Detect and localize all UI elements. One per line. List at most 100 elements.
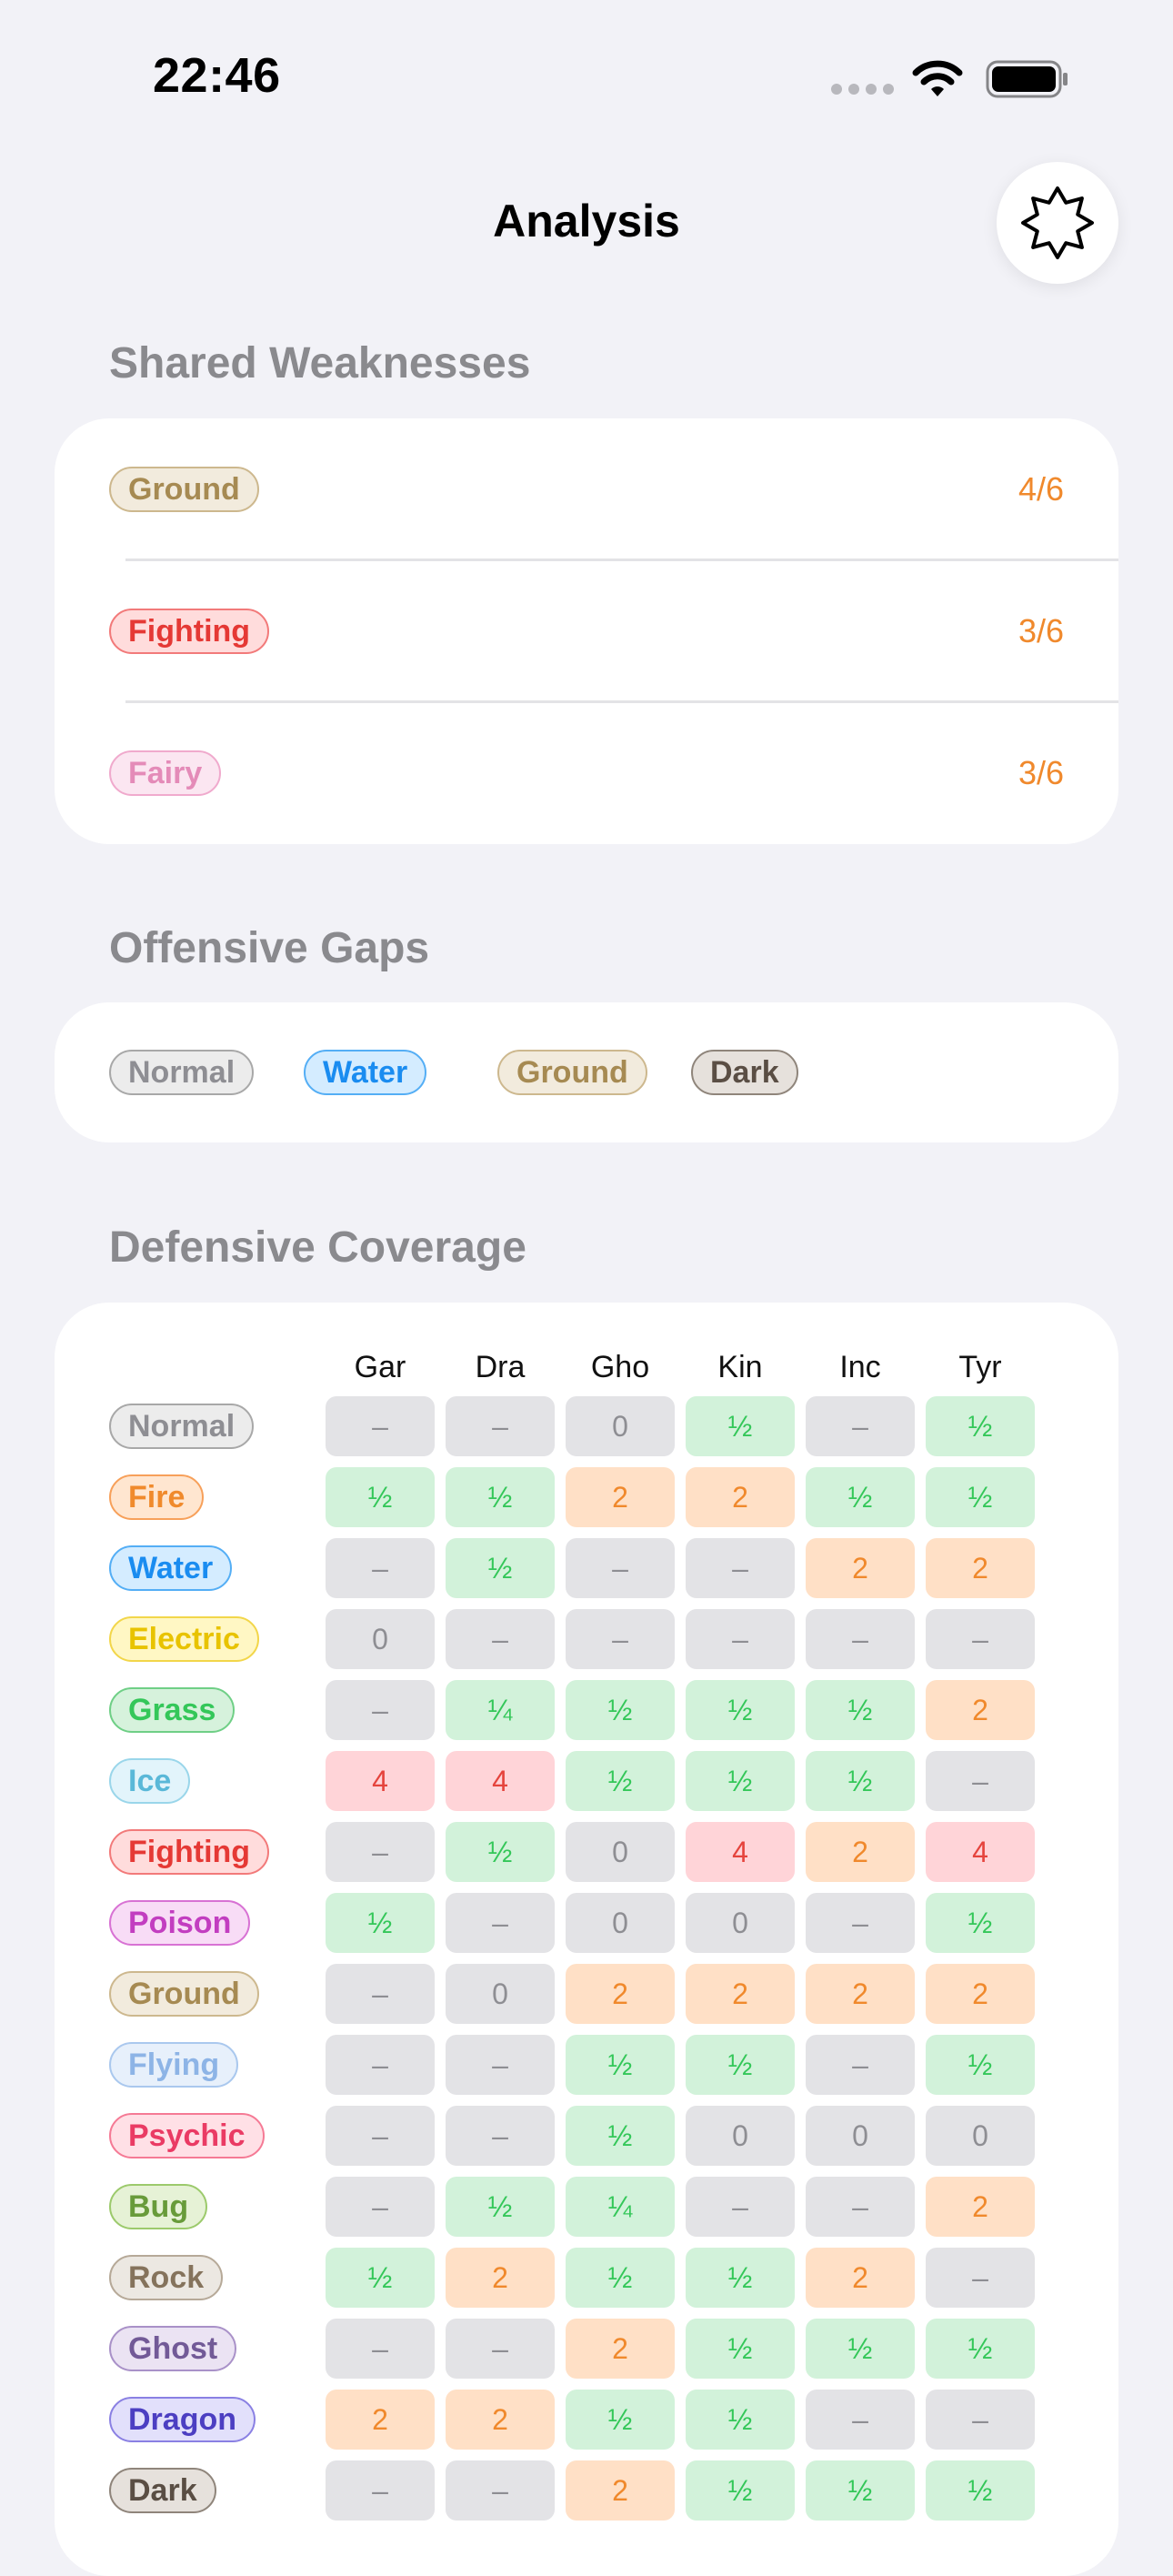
coverage-cell: – xyxy=(446,2460,555,2521)
coverage-cell: 0 xyxy=(926,2106,1035,2166)
weakness-count: 3/6 xyxy=(1018,612,1064,649)
coverage-cell: 2 xyxy=(446,2248,555,2308)
coverage-cell: 2 xyxy=(686,1964,795,2024)
coverage-cell: – xyxy=(326,2177,435,2237)
star-badge-icon xyxy=(1021,186,1094,259)
coverage-cell: – xyxy=(446,2035,555,2095)
shared-weakness-row[interactable]: Ground 4/6 xyxy=(55,418,1118,560)
coverage-cell: ½ xyxy=(806,1751,915,1811)
coverage-cell: – xyxy=(806,1893,915,1953)
coverage-cell: ½ xyxy=(446,2177,555,2237)
coverage-cell: ½ xyxy=(686,2390,795,2450)
coverage-cell: 2 xyxy=(806,1822,915,1882)
signal-icon xyxy=(831,84,895,98)
coverage-cell: ½ xyxy=(686,1396,795,1456)
coverage-cell: ½ xyxy=(806,2460,915,2521)
coverage-cell: ½ xyxy=(566,2390,675,2450)
row-type-pill: Fighting xyxy=(109,1829,270,1875)
coverage-cell: – xyxy=(926,2248,1035,2308)
coverage-cell: ½ xyxy=(806,1467,915,1527)
coverage-cell: ½ xyxy=(686,2035,795,2095)
row-type-pill: Normal xyxy=(109,1404,255,1449)
weakness-count: 3/6 xyxy=(1018,754,1064,791)
coverage-cell: ½ xyxy=(926,2319,1035,2379)
shared-weaknesses-title: Shared Weaknesses xyxy=(109,339,531,387)
coverage-cell: – xyxy=(326,1964,435,2024)
column-header: Tyr xyxy=(958,1350,1002,1384)
type-pill[interactable]: Normal xyxy=(109,1050,255,1095)
column-header: Gho xyxy=(590,1350,650,1384)
column-header: Kin xyxy=(717,1350,763,1384)
coverage-cell: ½ xyxy=(446,1822,555,1882)
row-type-pill: Dragon xyxy=(109,2397,256,2442)
type-pill[interactable]: Dark xyxy=(691,1050,798,1095)
coverage-cell: 2 xyxy=(446,2390,555,2450)
row-type-pill: Dark xyxy=(109,2468,216,2513)
coverage-cell: ¼ xyxy=(446,1680,555,1740)
coverage-cell: ½ xyxy=(566,2248,675,2308)
coverage-cell: 2 xyxy=(566,1467,675,1527)
type-pill[interactable]: Ground xyxy=(497,1050,647,1095)
coverage-cell: – xyxy=(806,2177,915,2237)
coverage-cell: – xyxy=(686,1609,795,1669)
coverage-cell: 4 xyxy=(446,1751,555,1811)
shared-weakness-row[interactable]: Fairy 3/6 xyxy=(55,702,1118,844)
row-type-pill: Grass xyxy=(109,1687,236,1733)
coverage-cell: 0 xyxy=(686,1893,795,1953)
coverage-cell: 2 xyxy=(686,1467,795,1527)
coverage-cell: 2 xyxy=(806,2248,915,2308)
coverage-cell: 4 xyxy=(926,1822,1035,1882)
coverage-cell: 4 xyxy=(326,1751,435,1811)
coverage-cell: – xyxy=(446,1609,555,1669)
wifi-icon xyxy=(912,60,963,96)
coverage-cell: ½ xyxy=(686,1680,795,1740)
column-header: Inc xyxy=(839,1350,881,1384)
type-pill[interactable]: Water xyxy=(304,1050,427,1095)
coverage-cell: ½ xyxy=(926,1893,1035,1953)
row-type-pill: Water xyxy=(109,1545,233,1591)
weakness-count: 4/6 xyxy=(1018,470,1064,508)
coverage-cell: – xyxy=(806,2035,915,2095)
coverage-cell: ½ xyxy=(326,1893,435,1953)
coverage-cell: ½ xyxy=(566,2035,675,2095)
coverage-cell: – xyxy=(326,1538,435,1598)
coverage-cell: 2 xyxy=(926,2177,1035,2237)
column-header: Dra xyxy=(475,1350,526,1384)
coverage-cell: – xyxy=(326,2460,435,2521)
coverage-cell: – xyxy=(566,1609,675,1669)
coverage-cell: – xyxy=(446,1396,555,1456)
battery-icon xyxy=(986,60,1068,98)
coverage-cell: 2 xyxy=(566,1964,675,2024)
coverage-cell: ½ xyxy=(926,2460,1035,2521)
coverage-cell: 2 xyxy=(566,2319,675,2379)
row-type-pill: Fire xyxy=(109,1474,205,1520)
coverage-cell: – xyxy=(446,2319,555,2379)
type-pill: Fairy xyxy=(109,750,222,796)
coverage-cell: – xyxy=(806,1609,915,1669)
defensive-coverage-title: Defensive Coverage xyxy=(109,1223,526,1272)
coverage-cell: ½ xyxy=(326,1467,435,1527)
coverage-cell: – xyxy=(326,1680,435,1740)
coverage-cell: ½ xyxy=(686,2248,795,2308)
coverage-cell: 0 xyxy=(686,2106,795,2166)
coverage-cell: ½ xyxy=(566,1680,675,1740)
coverage-cell: ½ xyxy=(446,1538,555,1598)
coverage-cell: 2 xyxy=(566,2460,675,2521)
coverage-cell: 2 xyxy=(926,1680,1035,1740)
type-pill: Fighting xyxy=(109,609,270,654)
coverage-cell: – xyxy=(806,1396,915,1456)
coverage-cell: 4 xyxy=(686,1822,795,1882)
coverage-cell: ½ xyxy=(686,2319,795,2379)
coverage-cell: ½ xyxy=(806,1680,915,1740)
shared-weaknesses-card: Ground 4/6 Fighting 3/6 Fairy 3/6 xyxy=(55,418,1118,844)
column-header: Gar xyxy=(354,1350,406,1384)
coverage-cell: – xyxy=(566,1538,675,1598)
offensive-gaps-card: Normal Water Ground Dark xyxy=(55,1002,1118,1142)
shared-weakness-row[interactable]: Fighting 3/6 xyxy=(55,560,1118,702)
coverage-cell: – xyxy=(326,1396,435,1456)
coverage-cell: ½ xyxy=(686,1751,795,1811)
coverage-cell: 0 xyxy=(446,1964,555,2024)
star-button[interactable] xyxy=(997,162,1118,284)
coverage-cell: – xyxy=(806,2390,915,2450)
coverage-cell: ¼ xyxy=(566,2177,675,2237)
